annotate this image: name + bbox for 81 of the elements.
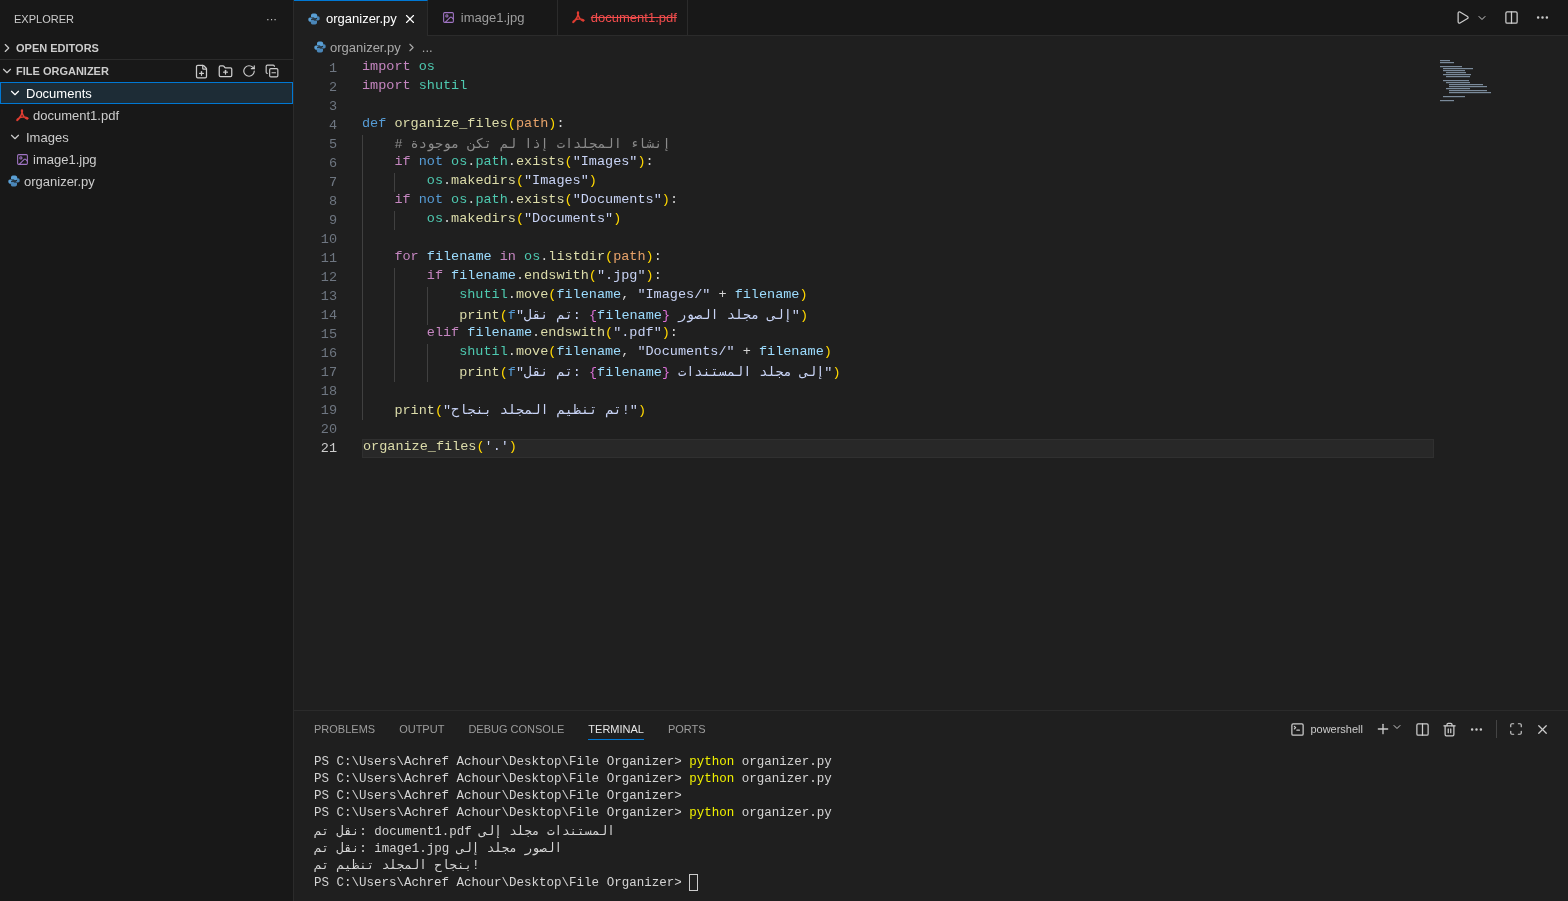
pdf-icon — [16, 108, 29, 122]
explorer-title: EXPLORER — [14, 12, 74, 25]
line-number: 9 — [327, 213, 337, 228]
code-line: if not os.path.exists("Images"): — [394, 154, 654, 171]
tab-label: document1.pdf — [590, 10, 677, 25]
line-number: 11 — [319, 251, 337, 266]
code-line: elif filename.endswith(".pdf"): — [426, 325, 678, 342]
code-line: # إنشاء المجلدات إذا لم تكن موجودة — [394, 136, 671, 154]
maximize-icon[interactable] — [1509, 722, 1523, 736]
split-terminal-icon[interactable] — [1415, 721, 1430, 737]
terminal-line: PS C:\Users\Achref Achour\Desktop\File Organizer> python organizer.py — [314, 755, 833, 771]
terminal-line: PS C:\Users\Achref Achour\Desktop\File Organizer> python organizer.py — [314, 772, 833, 788]
terminal-line: تم تنظيم المجلد بنجاح! — [314, 858, 481, 874]
code-line: import shutil — [362, 78, 468, 95]
terminal-line: PS C:\Users\Achref Achour\Desktop\File Organizer> — [314, 789, 683, 805]
line-number: 13 — [319, 289, 337, 304]
line-number: 17 — [319, 365, 337, 380]
folder-item[interactable]: Images — [0, 126, 293, 148]
line-number: 21 — [319, 441, 337, 456]
line-number: 7 — [327, 175, 337, 190]
line-number: 8 — [327, 194, 337, 209]
image-icon — [441, 11, 455, 24]
code-line: organize_files('.') — [363, 439, 517, 456]
editor-tab[interactable]: organizer.py — [294, 0, 428, 36]
line-number: 4 — [327, 118, 337, 133]
file-item[interactable]: organizer.py — [0, 170, 293, 192]
folder-item[interactable]: Documents — [0, 82, 293, 104]
tab-label: image1.jpg — [460, 10, 525, 25]
more-button[interactable]: ··· — [266, 12, 277, 25]
python-icon — [308, 12, 320, 25]
section-header[interactable]: OPEN EDITORS — [0, 37, 293, 59]
panel-tab[interactable]: TERMINAL — [588, 718, 644, 740]
refresh-icon[interactable] — [242, 63, 256, 78]
code-line: if not os.path.exists("Documents"): — [394, 192, 678, 209]
line-number: 3 — [327, 99, 337, 114]
panel-tab[interactable]: OUTPUT — [399, 719, 445, 739]
line-number: 2 — [327, 80, 337, 95]
run-icon[interactable] — [1455, 10, 1470, 25]
section-title: OPEN EDITORS — [16, 42, 99, 54]
add-terminal-icon[interactable] — [1375, 721, 1391, 737]
new-folder-icon[interactable] — [218, 63, 233, 79]
code-line: shutil.move(filename, "Documents/" + filename) — [459, 344, 832, 361]
line-number: 18 — [319, 384, 337, 399]
file-item[interactable]: image1.jpg — [0, 148, 293, 170]
line-number: 1 — [327, 61, 337, 76]
line-number: 16 — [319, 346, 337, 361]
line-number: 10 — [319, 232, 337, 247]
terminal-icon — [1290, 721, 1306, 737]
collapse-all-icon[interactable] — [265, 63, 279, 78]
split-editor-icon[interactable] — [1504, 10, 1519, 25]
panel-tab[interactable]: DEBUG CONSOLE — [468, 719, 565, 739]
breadcrumb-more[interactable]: ... — [421, 39, 433, 55]
panel-tab[interactable]: PROBLEMS — [314, 719, 376, 739]
code-line: import os — [362, 59, 435, 76]
image-icon — [16, 152, 29, 166]
breadcrumb-file[interactable]: organizer.py — [330, 39, 401, 55]
trash-icon[interactable] — [1442, 721, 1457, 737]
terminal-line: PS C:\Users\Achref Achour\Desktop\File Organizer> — [314, 874, 1548, 891]
line-number: 20 — [319, 422, 337, 437]
code-line: for filename in os.listdir(path): — [394, 249, 662, 266]
line-number: 12 — [319, 270, 337, 285]
panel-tab[interactable]: PORTS — [667, 719, 706, 739]
code-line: shutil.move(filename, "Images/" + filename) — [459, 287, 808, 304]
new-file-icon[interactable] — [194, 63, 209, 79]
line-number: 6 — [327, 156, 337, 171]
line-number: 15 — [319, 327, 337, 342]
pdf-icon — [571, 11, 585, 24]
tab-label: organizer.py — [326, 11, 397, 26]
line-number: 19 — [319, 403, 337, 418]
python-icon — [8, 175, 20, 187]
python-icon — [314, 41, 326, 53]
section-title: FILE ORGANIZER — [16, 65, 109, 77]
code-line: os.makedirs("Documents") — [426, 211, 622, 228]
code-line: def organize_files(path): — [362, 116, 565, 133]
code-line: os.makedirs("Images") — [426, 173, 597, 190]
line-number: 5 — [327, 137, 337, 152]
shell-name[interactable]: powershell — [1310, 723, 1363, 735]
file-item[interactable]: document1.pdf — [0, 104, 293, 126]
code-line: if filename.endswith(".jpg"): — [426, 268, 662, 285]
terminal-line: PS C:\Users\Achref Achour\Desktop\File Organizer> python organizer.py — [314, 806, 833, 822]
line-number: 14 — [319, 308, 337, 323]
